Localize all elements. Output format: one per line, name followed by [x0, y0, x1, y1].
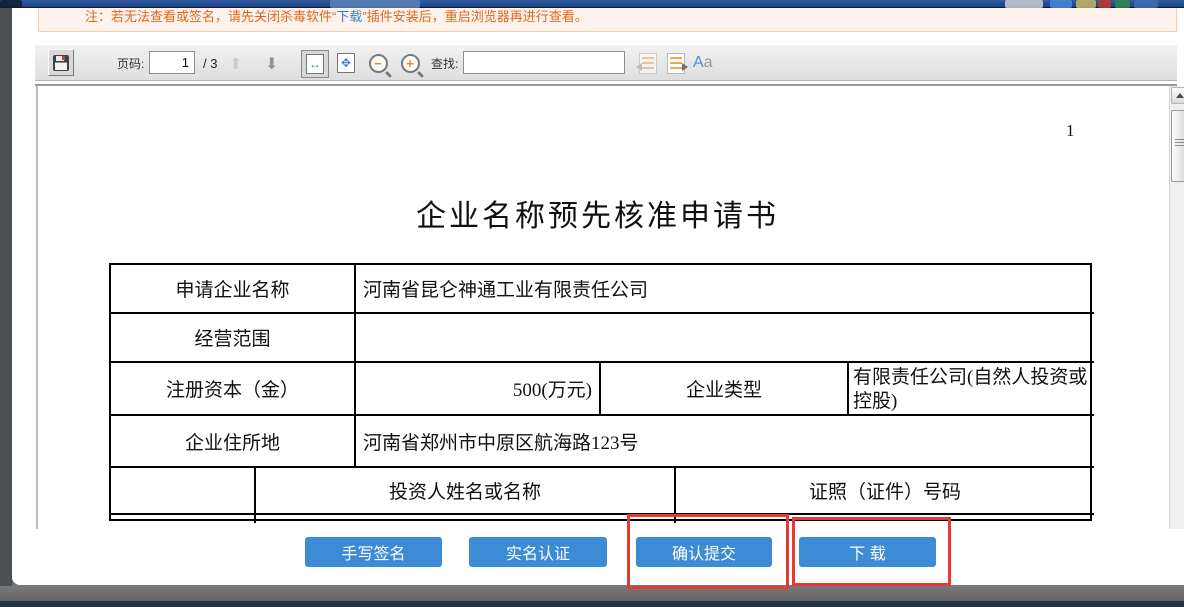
content-panel: 注：若无法查看或签名，请先关闭杀毒软件“下载”插件安装后，重启浏览器再进行查看。… — [12, 8, 1184, 585]
table-value-enterprise-name: 河南省昆仑神通工业有限责任公司 — [356, 265, 1094, 314]
table-cell-empty — [111, 468, 256, 515]
document-title: 企业名称预先核准申请书 — [38, 191, 1157, 235]
scrollbar-thumb[interactable] — [1171, 110, 1184, 182]
left-side-strip — [0, 8, 12, 586]
bottom-navy-bar — [0, 601, 1184, 607]
find-label: 查找: — [431, 45, 458, 81]
scrollbar-up-button[interactable] — [1171, 87, 1184, 104]
scrollbar-grip-icon — [1175, 139, 1184, 146]
fit-width-button[interactable]: ↔ — [301, 50, 329, 78]
page-number-input[interactable] — [149, 51, 195, 74]
table-value-enterprise-address: 河南省郑州市中原区航海路123号 — [356, 416, 1094, 468]
notice-text-suffix: ”插件安装后，重启浏览器再进行查看。 — [362, 9, 587, 24]
chrome-fragment — [1134, 0, 1158, 8]
table-value-registered-capital: 500(万元) — [356, 363, 601, 416]
page-number-label: 页码: — [117, 45, 144, 81]
pdf-toolbar: 页码: / 3 ⬆ ⬇ ↔ ✥ − + 查找: Aa — [35, 45, 1177, 81]
table-cell-partial — [111, 515, 256, 523]
fit-width-icon: ↔ — [306, 54, 324, 74]
download-plugin-link[interactable]: 下载 — [336, 9, 362, 24]
match-case-toggle[interactable]: Aa — [693, 45, 713, 81]
bottom-gray-bar — [0, 585, 1184, 601]
chrome-fragment — [1098, 0, 1111, 8]
find-input[interactable] — [463, 51, 625, 74]
chrome-fragment — [330, 0, 420, 8]
zoom-in-button[interactable]: + — [397, 50, 423, 76]
chrome-fragment — [0, 0, 22, 8]
find-next-button[interactable] — [663, 50, 689, 76]
download-button[interactable]: 下 载 — [799, 537, 936, 567]
table-label-enterprise-address: 企业住所地 — [111, 416, 356, 468]
notice-text: 注：若无法查看或签名，请先关闭杀毒软件“ — [85, 9, 336, 24]
find-previous-button[interactable] — [635, 50, 661, 76]
table-value-business-scope — [356, 314, 1094, 363]
table-header-investor-name: 投资人姓名或名称 — [256, 468, 676, 515]
fit-page-button[interactable]: ✥ — [333, 50, 359, 76]
fit-page-icon: ✥ — [337, 53, 355, 73]
browser-top-bar — [0, 0, 1184, 8]
zoom-in-icon: + — [401, 54, 420, 73]
real-name-auth-button[interactable]: 实名认证 — [469, 537, 607, 567]
match-case-icon: A — [693, 54, 704, 72]
document-page-number: 1 — [1066, 121, 1075, 141]
chrome-fragment — [1050, 0, 1072, 8]
zoom-out-button[interactable]: − — [365, 50, 391, 76]
table-label-business-scope: 经营范围 — [111, 314, 356, 363]
table-label-enterprise-type: 企业类型 — [601, 363, 849, 416]
table-value-enterprise-type: 有限责任公司(自然人投资或控股) — [849, 363, 1094, 416]
confirm-submit-button[interactable]: 确认提交 — [636, 537, 772, 567]
chrome-fragment — [1005, 0, 1043, 8]
table-header-certificate-number: 证照（证件）号码 — [676, 468, 1094, 515]
zoom-out-icon: − — [369, 54, 388, 73]
handwritten-signature-button[interactable]: 手写签名 — [305, 537, 442, 567]
table-cell-partial — [256, 515, 676, 523]
find-previous-icon — [639, 53, 657, 74]
floppy-disk-icon — [53, 55, 69, 71]
up-arrow-icon — [1176, 89, 1184, 98]
save-button[interactable] — [48, 49, 74, 76]
find-next-icon — [667, 53, 685, 74]
table-label-enterprise-name: 申请企业名称 — [111, 265, 356, 314]
document-page: 1 企业名称预先核准申请书 申请企业名称 河南省昆仑神通工业有限责任公司 经营范… — [36, 86, 1157, 529]
chrome-fragment — [1115, 0, 1130, 8]
application-table: 申请企业名称 河南省昆仑神通工业有限责任公司 经营范围 注册资本（金） 500(… — [109, 263, 1092, 521]
vertical-scrollbar[interactable] — [1169, 86, 1184, 529]
chrome-fragment — [1076, 0, 1096, 8]
table-label-registered-capital: 注册资本（金） — [111, 363, 356, 416]
page-total-label: / 3 — [203, 45, 217, 81]
page-up-icon[interactable]: ⬆ — [229, 45, 242, 81]
page-down-icon[interactable]: ⬇ — [265, 45, 278, 81]
